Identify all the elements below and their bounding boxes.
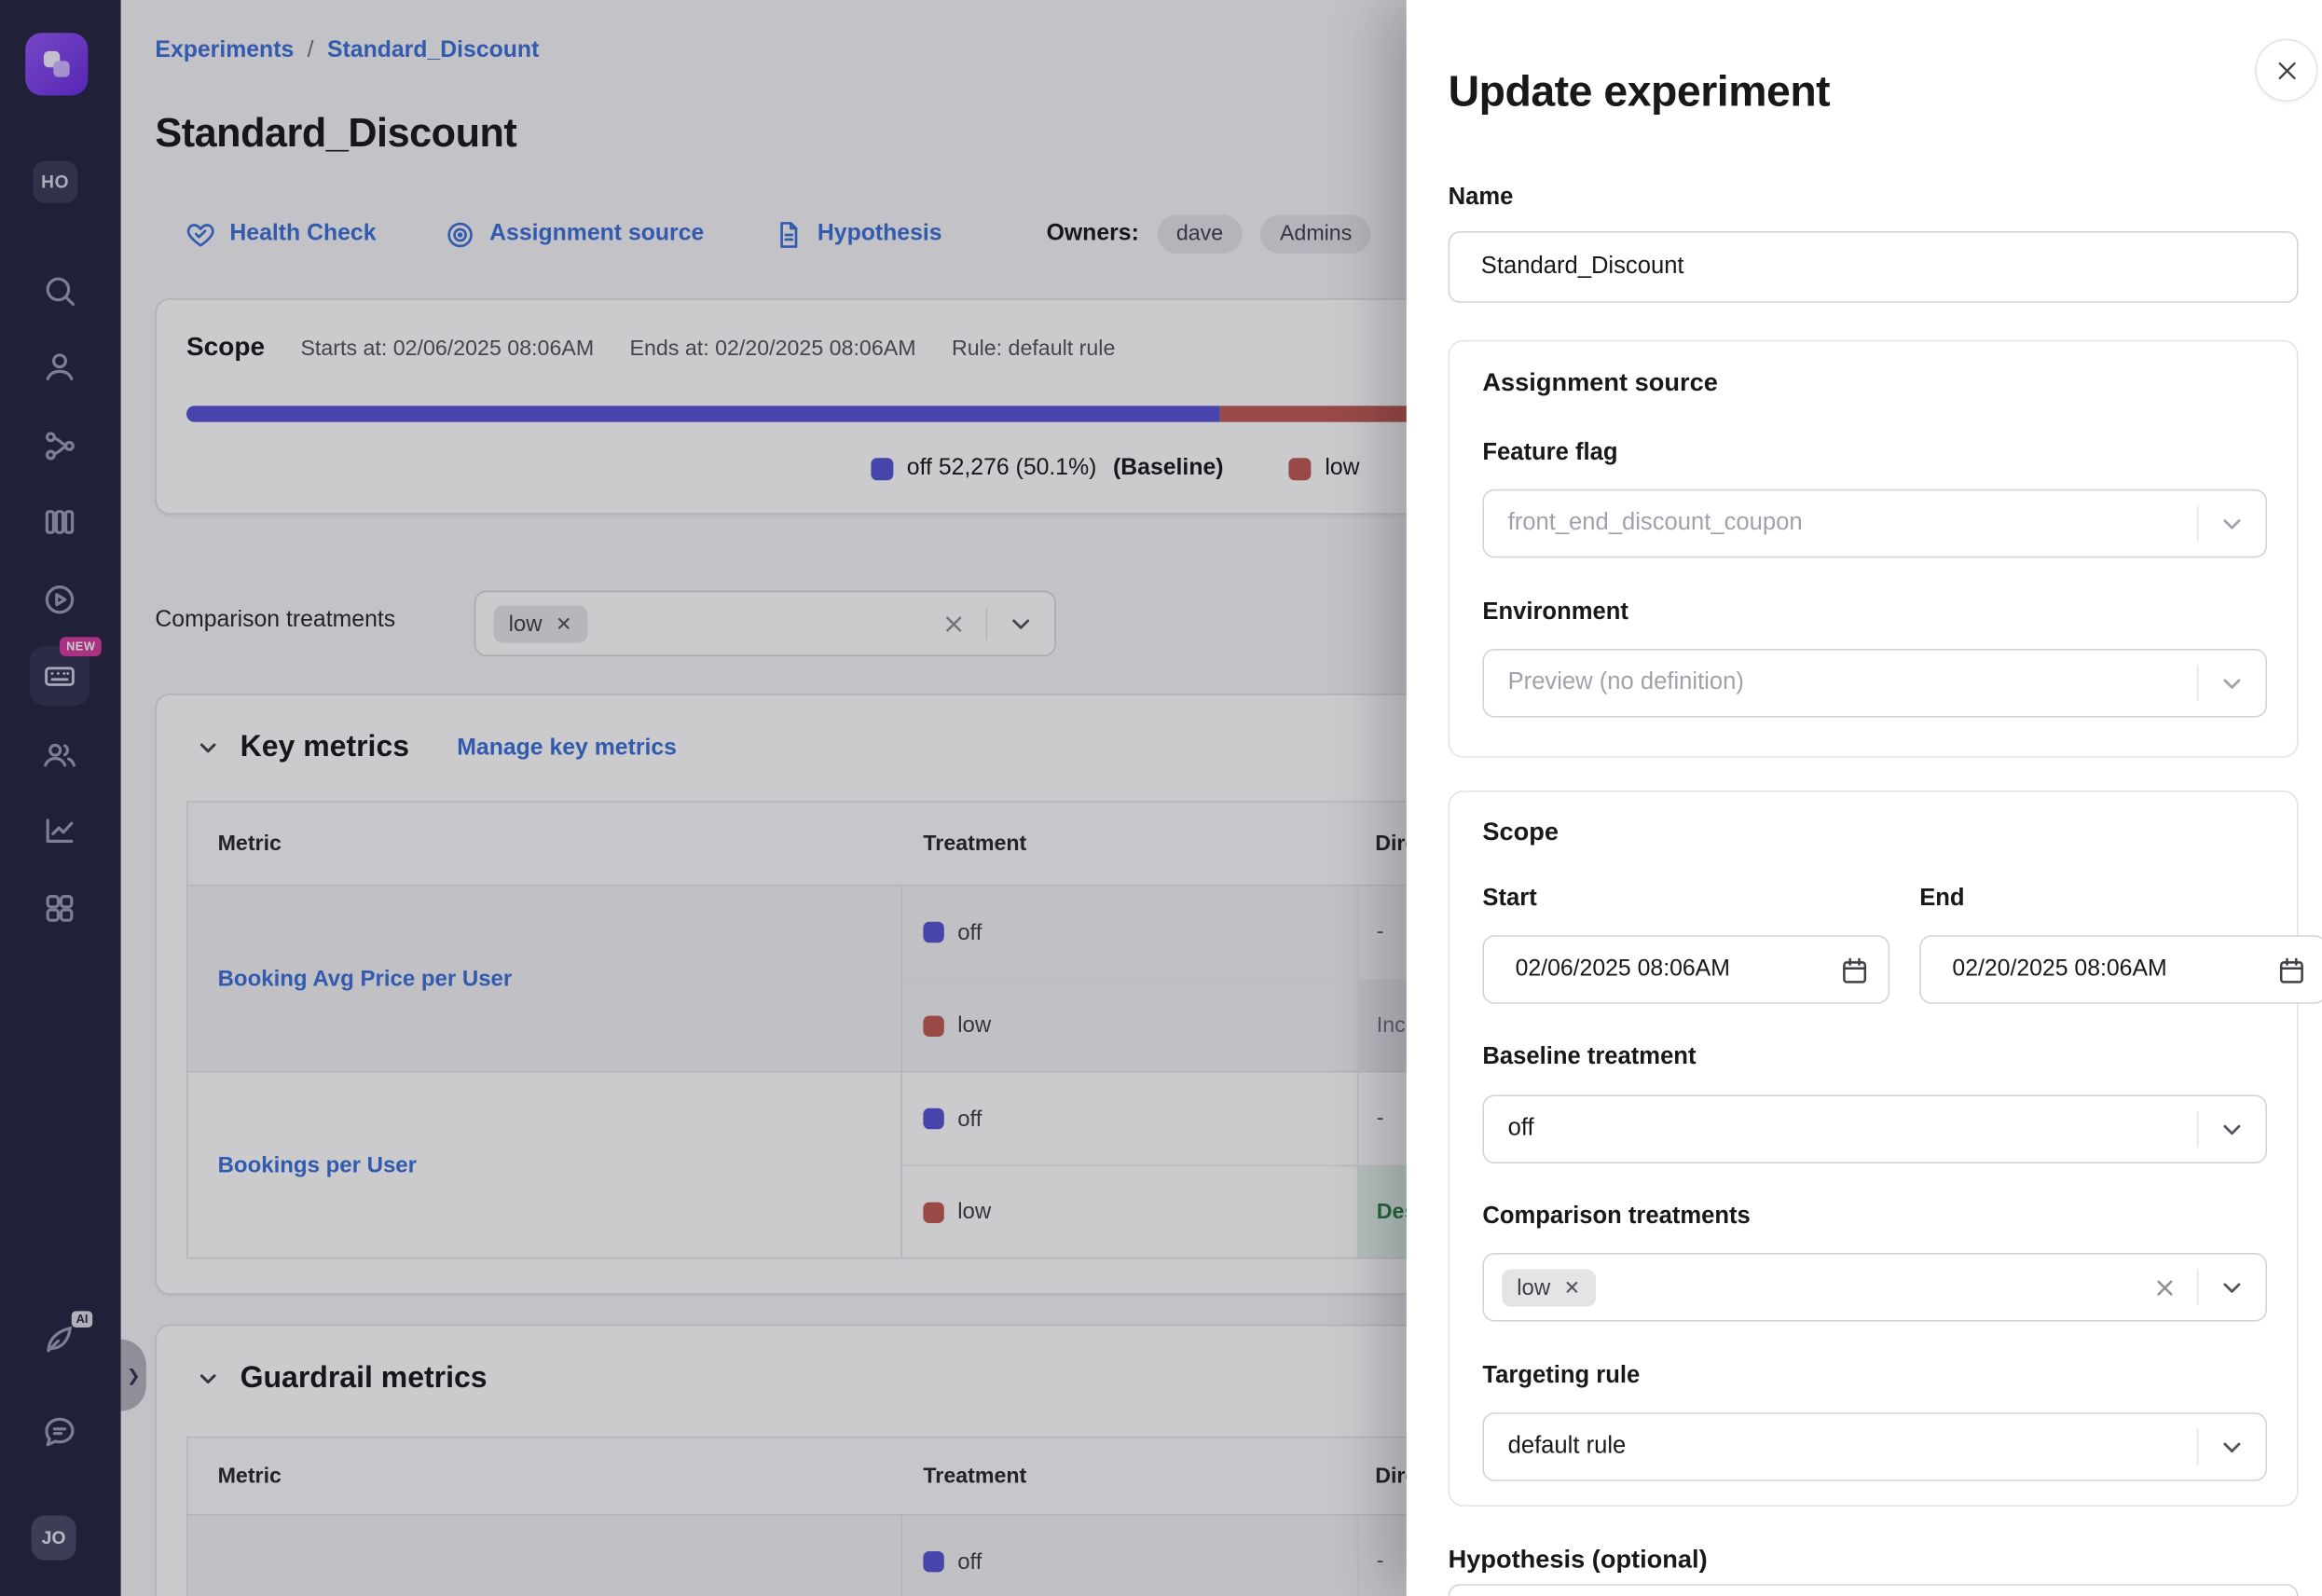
- close-button[interactable]: [2255, 39, 2317, 102]
- name-input[interactable]: Standard_Discount: [1449, 231, 2299, 303]
- assignment-source-title: Assignment source: [1482, 368, 1717, 398]
- select-divider: [2197, 1111, 2199, 1147]
- targeting-rule-label: Targeting rule: [1482, 1363, 1640, 1390]
- clear-selection-icon[interactable]: [2152, 1274, 2178, 1300]
- hypothesis-input[interactable]: [1449, 1584, 2299, 1596]
- update-experiment-drawer: Update experiment Name Standard_Discount…: [1407, 0, 2322, 1596]
- chevron-down-icon[interactable]: [2218, 509, 2246, 537]
- feature-flag-select[interactable]: front_end_discount_coupon: [1482, 489, 2267, 558]
- baseline-treatment-label: Baseline treatment: [1482, 1044, 1696, 1071]
- environment-select[interactable]: Preview (no definition): [1482, 649, 2267, 718]
- calendar-icon[interactable]: [2276, 954, 2308, 985]
- chevron-down-icon[interactable]: [2218, 669, 2246, 697]
- assignment-source-card: Assignment source Feature flag front_end…: [1449, 340, 2299, 758]
- environment-label: Environment: [1482, 599, 1628, 626]
- treatment-tag-label: low: [1517, 1274, 1550, 1300]
- drawer-title: Update experiment: [1449, 69, 1831, 118]
- comparison-treatments-label: Comparison treatments: [1482, 1204, 1750, 1231]
- start-label: Start: [1482, 886, 1536, 913]
- scope-card-title: Scope: [1482, 818, 1559, 847]
- chevron-down-icon[interactable]: [2218, 1115, 2246, 1143]
- select-divider: [2197, 1429, 2199, 1465]
- name-value: Standard_Discount: [1450, 254, 1683, 281]
- start-date-value: 02/06/2025 08:06AM: [1484, 956, 1730, 984]
- end-date-value: 02/20/2025 08:06AM: [1921, 956, 2167, 984]
- baseline-treatment-select[interactable]: off: [1482, 1094, 2267, 1163]
- name-label: Name: [1449, 185, 1514, 212]
- feature-flag-label: Feature flag: [1482, 440, 1617, 467]
- chevron-down-icon[interactable]: [2218, 1433, 2246, 1461]
- baseline-treatment-value: off: [1484, 1116, 1534, 1143]
- close-icon: [2274, 58, 2299, 83]
- targeting-rule-select[interactable]: default rule: [1482, 1412, 2267, 1481]
- end-date-input[interactable]: 02/20/2025 08:06AM: [1919, 935, 2322, 1004]
- feature-flag-value: front_end_discount_coupon: [1484, 510, 1803, 537]
- targeting-rule-value: default rule: [1484, 1434, 1626, 1461]
- hypothesis-optional-label: Hypothesis (optional): [1449, 1546, 1708, 1575]
- select-divider: [2197, 666, 2199, 701]
- select-divider: [2197, 1270, 2199, 1305]
- tag-remove-icon[interactable]: [1562, 1278, 1580, 1296]
- app: Experiments / Standard_Discount Standard…: [0, 0, 2322, 1596]
- calendar-icon[interactable]: [1839, 954, 1871, 985]
- end-label: End: [1919, 886, 1964, 913]
- treatment-tag[interactable]: low: [1502, 1269, 1595, 1306]
- start-date-input[interactable]: 02/06/2025 08:06AM: [1482, 935, 1889, 1004]
- comparison-treatments-select[interactable]: low: [1482, 1253, 2267, 1322]
- scope-card: Scope Start End 02/06/2025 08:06AM 02/20…: [1449, 791, 2299, 1507]
- chevron-down-icon[interactable]: [2218, 1273, 2246, 1301]
- environment-value: Preview (no definition): [1484, 669, 1744, 696]
- select-divider: [2197, 505, 2199, 541]
